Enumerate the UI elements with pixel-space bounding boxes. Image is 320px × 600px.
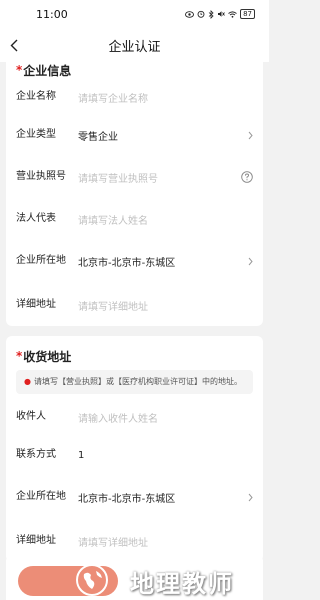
battery-icon: 87 <box>240 9 255 19</box>
alarm-icon <box>197 10 205 18</box>
shipping-address-input[interactable]: 请填写详细地址 <box>78 534 253 549</box>
shipping-location-row[interactable]: 企业所在地 北京市-北京市-东城区 <box>16 474 253 520</box>
recipient-input[interactable]: 请输入收件人姓名 <box>78 410 253 425</box>
chevron-right-icon <box>243 493 253 502</box>
shipping-address-card: * 收货地址 ● 请填写【营业执照】或【医疗机构职业许可证】中的地址。 收件人 … <box>6 336 263 562</box>
legal-rep-label: 法人代表 <box>16 213 56 224</box>
status-bar: 11:00 87 <box>0 0 269 28</box>
wifi-icon <box>228 10 237 18</box>
enterprise-name-row[interactable]: 企业名称 请填写企业名称 <box>16 78 253 116</box>
back-arrow-icon[interactable] <box>10 36 24 54</box>
shipping-section-title: * 收货地址 <box>16 336 253 370</box>
enterprise-name-label: 企业名称 <box>16 91 56 102</box>
notice-text: 请填写【营业执照】或【医疗机构职业许可证】中的地址。 <box>33 377 242 386</box>
nav-bar: 企业认证 <box>0 28 269 62</box>
eye-icon <box>185 10 195 18</box>
enterprise-address-label: 详细地址 <box>16 299 56 310</box>
enterprise-type-row[interactable]: 企业类型 零售企业 <box>16 116 253 154</box>
required-mark: * <box>16 63 23 77</box>
globe-icon <box>76 564 108 596</box>
required-mark: * <box>16 349 23 363</box>
legal-rep-input[interactable]: 请填写法人姓名 <box>78 212 253 227</box>
enterprise-location-row[interactable]: 企业所在地 北京市-北京市-东城区 <box>16 238 253 284</box>
address-notice: ● 请填写【营业执照】或【医疗机构职业许可证】中的地址。 <box>16 370 253 394</box>
shipping-location-label: 企业所在地 <box>16 491 66 502</box>
business-license-label: 营业执照号 <box>16 171 66 182</box>
section-title-text: 企业信息 <box>23 63 72 78</box>
help-icon[interactable] <box>239 171 253 183</box>
legal-rep-row[interactable]: 法人代表 请填写法人姓名 <box>16 200 253 238</box>
enterprise-address-row[interactable]: 详细地址 请填写详细地址 <box>16 284 253 326</box>
shipping-location-select[interactable]: 北京市-北京市-东城区 <box>78 490 243 505</box>
contact-row[interactable]: 联系方式 1 <box>16 436 253 474</box>
watermark-text: 地理教师 <box>130 570 234 598</box>
status-time: 11:00 <box>36 7 68 21</box>
chevron-right-icon <box>243 131 253 140</box>
contact-label: 联系方式 <box>16 449 56 460</box>
contact-input[interactable]: 1 <box>78 450 253 461</box>
business-license-input[interactable]: 请填写营业执照号 <box>78 170 239 185</box>
enterprise-name-input[interactable]: 请填写企业名称 <box>78 90 253 105</box>
enterprise-location-label: 企业所在地 <box>16 255 66 266</box>
notice-dot-icon: ● <box>24 377 31 386</box>
shipping-address-label: 详细地址 <box>16 535 56 546</box>
recipient-label: 收件人 <box>16 411 46 422</box>
watermark: 地理教师 <box>18 562 266 598</box>
status-icons: 87 <box>185 9 255 19</box>
bluetooth-icon <box>208 9 214 19</box>
enterprise-info-card: * 企业信息 企业名称 请填写企业名称 企业类型 零售企业 营业执照号 请填写营… <box>6 62 263 326</box>
enterprise-section-title: * 企业信息 <box>16 62 253 78</box>
enterprise-location-select[interactable]: 北京市-北京市-东城区 <box>78 254 243 269</box>
mute-icon <box>218 11 225 17</box>
chevron-right-icon <box>243 257 253 266</box>
recipient-row[interactable]: 收件人 请输入收件人姓名 <box>16 398 253 436</box>
enterprise-address-input[interactable]: 请填写详细地址 <box>78 298 253 313</box>
section-title-text: 收货地址 <box>23 349 72 364</box>
enterprise-type-label: 企业类型 <box>16 129 56 140</box>
enterprise-type-select[interactable]: 零售企业 <box>78 128 243 143</box>
business-license-row[interactable]: 营业执照号 请填写营业执照号 <box>16 154 253 200</box>
page-title: 企业认证 <box>108 39 161 55</box>
